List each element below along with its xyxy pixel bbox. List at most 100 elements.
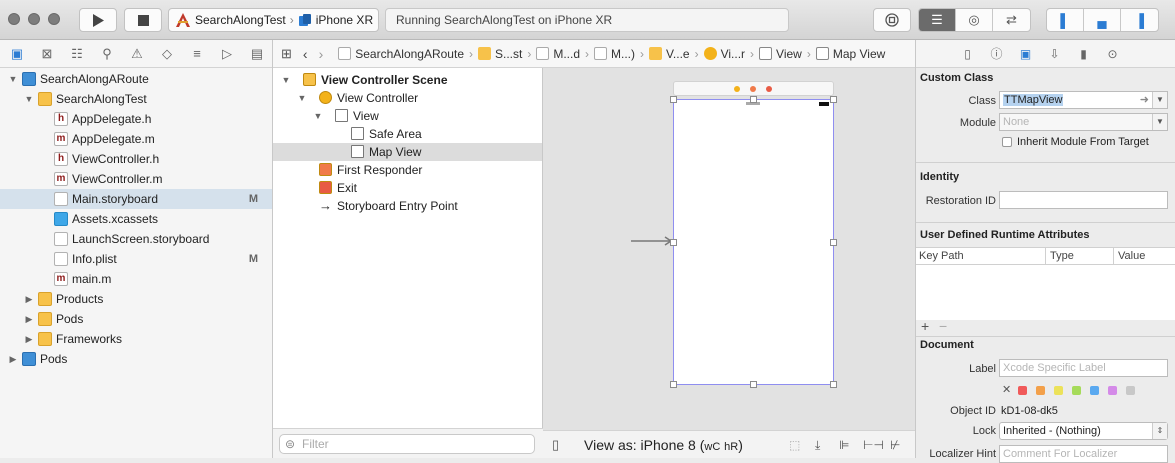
quick-help-icon[interactable]: ⓘ <box>989 45 1004 62</box>
outline-row[interactable]: Map View <box>273 143 542 161</box>
outline-row[interactable]: ▼ View <box>273 107 542 125</box>
crumb-map-view[interactable]: Map View <box>815 47 885 61</box>
disclosure-open-icon[interactable]: ▼ <box>313 107 323 125</box>
first-responder-dock-icon[interactable] <box>750 86 756 92</box>
source-control-icon[interactable]: ⊠ <box>38 46 56 62</box>
chevron-down-icon[interactable]: ▼ <box>1152 114 1167 130</box>
lock-popup[interactable]: Inherited - (Nothing) ⇕ <box>999 422 1168 440</box>
resolve-layout-icon[interactable]: ⊬ <box>890 431 900 459</box>
find-navigator-icon[interactable]: ⚲ <box>98 46 116 62</box>
outline-row[interactable]: ▼ View Controller Scene <box>273 71 542 89</box>
version-editor-icon[interactable]: ⇄ <box>993 9 1030 31</box>
file-tree-row[interactable]: ▼ SearchAlongARoute <box>0 69 272 89</box>
column-type[interactable]: Type <box>1050 250 1074 262</box>
test-navigator-icon[interactable]: ◇ <box>158 46 176 62</box>
resize-handle-bottom-left[interactable] <box>670 381 677 388</box>
runtime-attributes-table[interactable] <box>916 265 1175 320</box>
scheme-selector[interactable]: SearchAlongTest › iPhone XR <box>168 8 379 32</box>
file-tree-row[interactable]: ▶ Products <box>0 289 272 309</box>
library-button[interactable] <box>873 8 911 32</box>
column-value[interactable]: Value <box>1118 250 1145 262</box>
resize-handle-bottom-right[interactable] <box>830 381 837 388</box>
scene-dock[interactable] <box>673 81 834 96</box>
file-tree-row[interactable]: Info.plist M <box>0 249 272 269</box>
standard-editor-icon[interactable]: ☰ <box>919 9 956 31</box>
outline-toggle-icon[interactable]: ▯ <box>552 431 559 459</box>
inherit-module-checkbox[interactable] <box>1002 137 1012 147</box>
crumb-storyboard-base[interactable]: M...) <box>594 47 635 61</box>
update-frames-icon[interactable]: ⬚ <box>789 431 800 459</box>
label-color-swatch[interactable] <box>1090 386 1099 395</box>
forward-arrow-icon[interactable]: › <box>319 46 324 62</box>
minimize-window-button[interactable] <box>28 13 40 25</box>
file-tree-row[interactable]: h ViewController.h <box>0 149 272 169</box>
exit-dock-icon[interactable] <box>766 86 772 92</box>
navigator-toggle-icon[interactable]: ▌ <box>1047 9 1084 31</box>
resize-handle-top-left[interactable] <box>670 96 677 103</box>
assistant-editor-icon[interactable]: ◎ <box>956 9 993 31</box>
file-tree-row[interactable]: Assets.xcassets <box>0 209 272 229</box>
debug-navigator-icon[interactable]: ≡ <box>188 46 206 61</box>
label-color-swatch[interactable] <box>1108 386 1117 395</box>
stop-button[interactable] <box>124 8 162 32</box>
crumb-folder[interactable]: S...st <box>478 47 522 61</box>
disclosure-closed-icon[interactable]: ▶ <box>24 329 34 349</box>
file-tree-row[interactable]: m AppDelegate.m <box>0 129 272 149</box>
crumb-project[interactable]: SearchAlongARoute <box>338 47 464 61</box>
outline-row[interactable]: Safe Area <box>273 125 542 143</box>
file-tree-row[interactable]: ▶ Pods <box>0 309 272 329</box>
disclosure-open-icon[interactable]: ▼ <box>8 69 18 89</box>
resize-handle-right[interactable] <box>830 239 837 246</box>
label-color-swatch[interactable] <box>1018 386 1027 395</box>
outline-row[interactable]: Exit <box>273 179 542 197</box>
back-arrow-icon[interactable]: ‹ <box>303 46 308 62</box>
breakpoint-navigator-icon[interactable]: ▷ <box>218 46 236 62</box>
attributes-inspector-icon[interactable]: ⇩ <box>1047 47 1062 61</box>
add-constraints-icon[interactable]: ⊢⊣ <box>863 431 884 459</box>
add-attribute-icon[interactable]: + <box>921 318 929 334</box>
outline-row[interactable]: → Storyboard Entry Point <box>273 197 542 215</box>
label-color-swatch[interactable] <box>1054 386 1063 395</box>
zoom-window-button[interactable] <box>48 13 60 25</box>
identity-inspector-icon[interactable]: ▣ <box>1018 47 1033 61</box>
report-navigator-icon[interactable]: ▤ <box>248 46 266 62</box>
crumb-storyboard[interactable]: M...d <box>536 47 580 61</box>
resize-handle-left[interactable] <box>670 239 677 246</box>
run-button[interactable] <box>79 8 117 32</box>
disclosure-closed-icon[interactable]: ▶ <box>8 349 18 369</box>
chevron-down-icon[interactable]: ▼ <box>1152 92 1167 108</box>
resize-handle-top[interactable] <box>750 96 757 103</box>
embed-in-stack-icon[interactable]: ⤓ <box>815 431 820 459</box>
crumb-view-controller[interactable]: Vi...r <box>703 47 745 61</box>
debug-area-toggle-icon[interactable]: ▄ <box>1084 9 1121 31</box>
crumb-view[interactable]: View <box>759 47 802 61</box>
file-tree-row[interactable]: m ViewController.m <box>0 169 272 189</box>
class-combo-box[interactable]: TTMapView ➜ ▼ <box>999 91 1168 109</box>
symbol-navigator-icon[interactable]: ☷ <box>68 46 86 62</box>
outline-row[interactable]: First Responder <box>273 161 542 179</box>
related-items-icon[interactable]: ⊞ <box>281 46 292 62</box>
clear-color-icon[interactable]: ✕ <box>1002 383 1011 396</box>
navigate-to-class-icon[interactable]: ➜ <box>1140 92 1149 108</box>
file-tree-row[interactable]: ▶ Pods <box>0 349 272 369</box>
file-tree-row[interactable]: h AppDelegate.h <box>0 109 272 129</box>
remove-attribute-icon[interactable]: − <box>939 318 947 334</box>
connections-inspector-icon[interactable]: ⊙ <box>1105 47 1120 61</box>
disclosure-open-icon[interactable]: ▼ <box>24 89 34 109</box>
column-key-path[interactable]: Key Path <box>919 250 964 262</box>
disclosure-closed-icon[interactable]: ▶ <box>24 289 34 309</box>
label-color-swatch[interactable] <box>1036 386 1045 395</box>
restoration-id-field[interactable] <box>999 191 1168 209</box>
label-color-swatch[interactable] <box>1072 386 1081 395</box>
size-inspector-icon[interactable]: ▮ <box>1076 47 1091 61</box>
storyboard-canvas[interactable] <box>543 68 915 430</box>
view-controller-dock-icon[interactable] <box>734 86 740 92</box>
localizer-hint-field[interactable]: Comment For Localizer <box>999 445 1168 463</box>
module-combo-box[interactable]: None ▼ <box>999 113 1168 131</box>
align-icon[interactable]: ⊫ <box>839 431 849 459</box>
issue-navigator-icon[interactable]: ⚠ <box>128 46 146 62</box>
close-window-button[interactable] <box>8 13 20 25</box>
resize-handle-top-right[interactable] <box>830 96 837 103</box>
device-frame-map-view[interactable] <box>673 99 834 385</box>
label-color-swatch[interactable] <box>1126 386 1135 395</box>
